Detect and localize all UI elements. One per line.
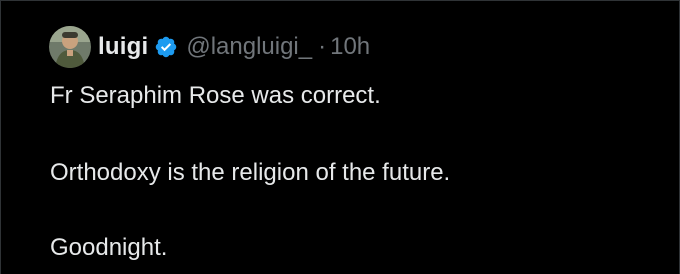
tweet-text-line: Orthodoxy is the religion of the future. (50, 159, 451, 186)
avatar-image-icon (49, 26, 91, 68)
tweet-header: luigi @langluigi_ · 10h (49, 23, 370, 71)
separator-dot: · (318, 33, 327, 60)
avatar[interactable] (49, 26, 91, 68)
author-display-name[interactable]: luigi (98, 33, 148, 61)
tweet-card[interactable]: luigi @langluigi_ · 10h Fr Seraphim Rose… (0, 0, 680, 274)
tweet-text-line: Fr Seraphim Rose was correct. (50, 82, 381, 109)
tweet-text-line: Goodnight. (50, 234, 168, 261)
tweet-timestamp[interactable]: 10h (330, 33, 370, 61)
verified-badge-icon (154, 35, 178, 59)
author-handle[interactable]: @langluigi_ (186, 33, 312, 61)
